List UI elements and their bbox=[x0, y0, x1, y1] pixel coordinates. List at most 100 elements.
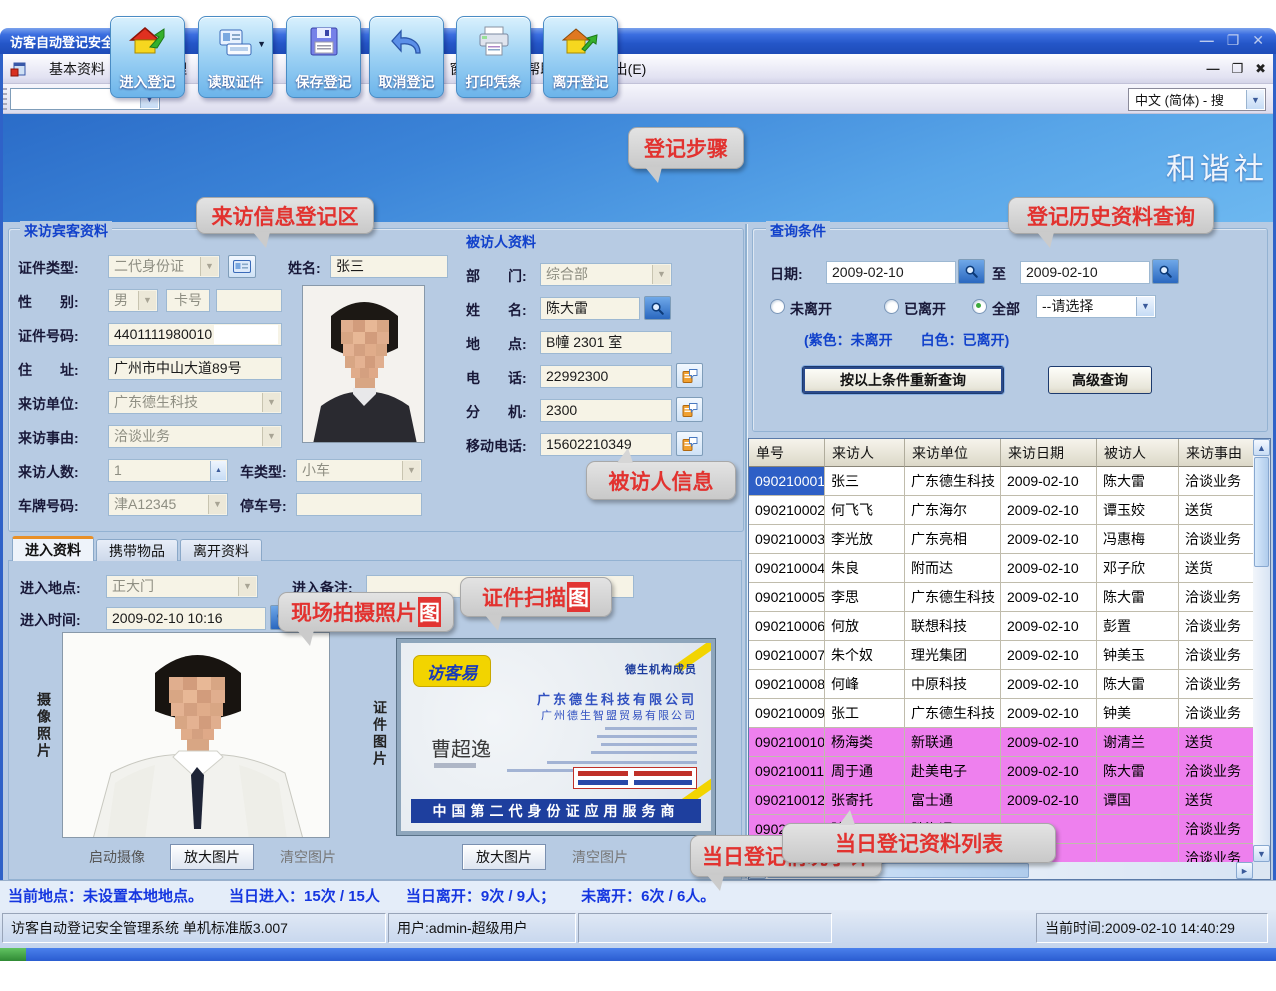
col-header[interactable]: 单号 bbox=[749, 439, 825, 467]
card-no-field[interactable] bbox=[216, 289, 282, 312]
date-from-field[interactable]: 2009-02-10 bbox=[826, 261, 956, 284]
tab-carried-items[interactable]: 携带物品 bbox=[96, 539, 178, 561]
col-header[interactable]: 来访事由 bbox=[1179, 439, 1253, 467]
read-id-card-button[interactable] bbox=[228, 255, 256, 278]
restore-button[interactable]: ❐ bbox=[1227, 32, 1240, 49]
vehicle-type-label: 车类型: bbox=[240, 462, 287, 482]
dial-mobile-button[interactable] bbox=[676, 431, 703, 456]
mdi-minimize-button[interactable]: — bbox=[1206, 61, 1219, 77]
chevron-down-icon[interactable]: ▼ bbox=[1136, 297, 1154, 316]
dropdown-arrow-icon[interactable]: ▼ bbox=[257, 39, 266, 49]
entry-location-combobox[interactable]: 正大门 ▼ bbox=[106, 575, 258, 598]
table-cell: 联想科技 bbox=[905, 612, 1001, 641]
spinner-buttons[interactable]: ▲▼ bbox=[210, 461, 226, 480]
title-bar: 访客自动登记安全管理系统 — ❐ ✕ bbox=[0, 28, 1276, 54]
plate-combobox[interactable]: 津A12345 ▼ bbox=[108, 493, 228, 516]
visited-name-field[interactable]: 陈大雷 bbox=[540, 297, 640, 320]
read-card-button[interactable]: ▼ 读取证件 bbox=[198, 16, 273, 98]
clear-photo-button[interactable]: 清空图片 bbox=[266, 845, 350, 869]
col-header[interactable]: 来访人 bbox=[825, 439, 905, 467]
daily-summary-line: 当前地点：未设置本地地点。 当日进入：15次 / 15人 当日离开：9次 / 9… bbox=[0, 880, 1276, 910]
col-header[interactable]: 被访人 bbox=[1097, 439, 1179, 467]
v-scrollbar[interactable]: ▲ ▼ bbox=[1253, 439, 1270, 862]
dept-combobox[interactable]: 综合部 ▼ bbox=[540, 263, 672, 286]
cancel-register-button[interactable]: 取消登记 bbox=[369, 16, 444, 98]
table-row[interactable]: 090210011周于通赴美电子2009-02-10陈大雷洽谈业务 bbox=[749, 757, 1253, 786]
address-field[interactable]: 广州市中山大道89号 bbox=[108, 357, 282, 380]
scroll-right-button[interactable]: ► bbox=[1236, 862, 1253, 879]
v-scroll-thumb[interactable] bbox=[1254, 457, 1269, 567]
table-row[interactable]: 090210010杨海类新联通2009-02-10谢清兰送货 bbox=[749, 728, 1253, 757]
table-row[interactable]: 090210005李思广东德生科技2009-02-10陈大雷洽谈业务 bbox=[749, 583, 1253, 612]
table-row[interactable]: 090210002何飞飞广东海尔2009-02-10谭玉姣送货 bbox=[749, 496, 1253, 525]
read-card-icon bbox=[217, 25, 255, 59]
chevron-down-icon[interactable]: ▼ bbox=[1246, 90, 1264, 109]
start-camera-button[interactable]: 启动摄像 bbox=[75, 845, 159, 869]
mobile-field[interactable]: 15602210349 bbox=[540, 433, 672, 456]
clear-card-button[interactable]: 清空图片 bbox=[558, 845, 642, 869]
table-cell: 张工 bbox=[825, 699, 905, 728]
table-cell: 周于通 bbox=[825, 757, 905, 786]
scroll-down-button[interactable]: ▼ bbox=[1253, 845, 1270, 862]
vehicle-type-combobox[interactable]: 小车 ▼ bbox=[296, 459, 422, 482]
phone-field[interactable]: 22992300 bbox=[540, 365, 672, 388]
app-window: 访客自动登记安全管理系统 — ❐ ✕ 基本资料 人事管理 访客管理 系统管理 视… bbox=[0, 0, 1276, 991]
cert-type-combobox[interactable]: 二代身份证 ▼ bbox=[108, 255, 220, 278]
mdi-restore-button[interactable]: ❐ bbox=[1231, 61, 1243, 77]
scroll-up-button[interactable]: ▲ bbox=[1253, 439, 1270, 456]
visitor-name-field[interactable]: 张三 bbox=[330, 255, 448, 278]
language-bar[interactable]: 中文 (简体) - 搜 ▼ bbox=[1128, 88, 1266, 111]
search-visited-button[interactable] bbox=[644, 296, 671, 320]
minimize-button[interactable]: — bbox=[1200, 32, 1214, 49]
close-button[interactable]: ✕ bbox=[1252, 32, 1264, 49]
advanced-query-button[interactable]: 高级查询 bbox=[1048, 366, 1152, 394]
table-row[interactable]: 090210006何放联想科技2009-02-10彭置洽谈业务 bbox=[749, 612, 1253, 641]
print-receipt-button[interactable]: 打印凭条 bbox=[456, 16, 531, 98]
date-label: 日期: bbox=[770, 264, 803, 284]
gender-combobox[interactable]: 男 ▼ bbox=[108, 289, 158, 312]
table-row[interactable]: 090210001张三广东德生科技2009-02-10陈大雷洽谈业务 bbox=[749, 467, 1253, 496]
search-icon bbox=[650, 301, 665, 316]
menu-item-basic[interactable]: 基本资料 bbox=[36, 59, 118, 79]
leave-register-button[interactable]: 离开登记 bbox=[543, 16, 618, 98]
ext-field[interactable]: 2300 bbox=[540, 399, 672, 422]
count-stepper[interactable]: 1 ▲▼ bbox=[108, 459, 228, 482]
save-register-button[interactable]: 保存登记 bbox=[286, 16, 361, 98]
zoom-photo-button[interactable]: 放大图片 bbox=[170, 844, 254, 870]
table-row[interactable]: 090210012张寄托富士通2009-02-10谭国送货 bbox=[749, 786, 1253, 815]
col-header[interactable]: 来访日期 bbox=[1001, 439, 1097, 467]
col-header[interactable]: 来访单位 bbox=[905, 439, 1001, 467]
radio-all[interactable] bbox=[972, 299, 987, 314]
radio-left[interactable] bbox=[884, 299, 899, 314]
zoom-card-button[interactable]: 放大图片 bbox=[462, 844, 546, 870]
tab-entry-info[interactable]: 进入资料 bbox=[12, 536, 94, 561]
date-to-field[interactable]: 2009-02-10 bbox=[1020, 261, 1150, 284]
date-from-picker-button[interactable] bbox=[958, 259, 985, 284]
table-cell: 张寄托 bbox=[825, 786, 905, 815]
table-row[interactable]: 090210003李光放广东亮相2009-02-10冯惠梅洽谈业务 bbox=[749, 525, 1253, 554]
parking-field[interactable] bbox=[296, 493, 422, 516]
table-cell: 朱个奴 bbox=[825, 641, 905, 670]
date-to-picker-button[interactable] bbox=[1152, 259, 1179, 284]
table-row[interactable]: 090210004朱良附而达2009-02-10邓子欣送货 bbox=[749, 554, 1253, 583]
toolbar-grip[interactable] bbox=[3, 88, 7, 110]
table-cell: 广东亮相 bbox=[905, 525, 1001, 554]
query-select-combobox[interactable]: --请选择 ▼ bbox=[1036, 295, 1156, 318]
visited-loc-field[interactable]: B幢 2301 室 bbox=[540, 331, 672, 354]
entry-time-field[interactable]: 2009-02-10 10:16 bbox=[106, 607, 266, 630]
table-row[interactable]: 090210008何峰中原科技2009-02-10陈大雷洽谈业务 bbox=[749, 670, 1253, 699]
table-cell: 何放 bbox=[825, 612, 905, 641]
dial-ext-button[interactable] bbox=[676, 397, 703, 422]
enter-register-button[interactable]: 进入登记 bbox=[110, 16, 185, 98]
table-row[interactable]: 090210007朱个奴理光集团2009-02-10钟美玉洽谈业务 bbox=[749, 641, 1253, 670]
reason-combobox[interactable]: 洽谈业务 ▼ bbox=[108, 425, 282, 448]
dial-phone-button[interactable] bbox=[676, 363, 703, 388]
requery-button[interactable]: 按以上条件重新查询 bbox=[802, 366, 1004, 394]
unit-combobox[interactable]: 广东德生科技 ▼ bbox=[108, 391, 282, 414]
table-cell: 洽谈业务 bbox=[1179, 641, 1253, 670]
tab-leave-info[interactable]: 离开资料 bbox=[180, 539, 262, 561]
mdi-close-button[interactable]: ✖ bbox=[1255, 61, 1266, 77]
table-row[interactable]: 090210009张工广东德生科技2009-02-10钟美洽谈业务 bbox=[749, 699, 1253, 728]
radio-not-left[interactable] bbox=[770, 299, 785, 314]
parking-label: 停车号: bbox=[240, 496, 287, 516]
